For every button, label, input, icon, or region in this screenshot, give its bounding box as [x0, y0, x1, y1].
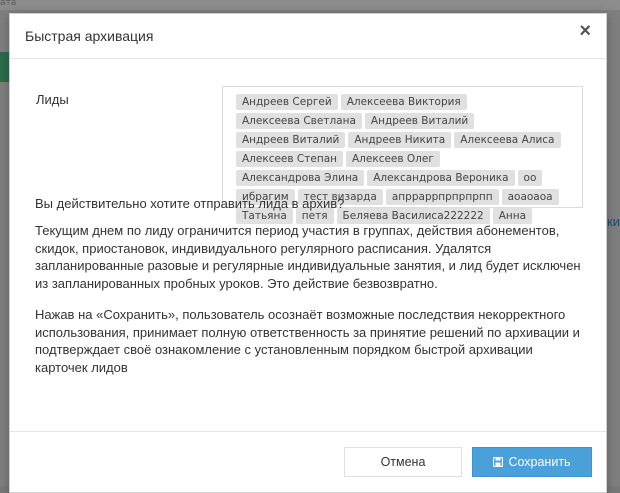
lead-tag: оо [517, 170, 543, 186]
lead-tag: Андреев Сергей [236, 94, 338, 110]
cancel-button[interactable]: Отмена [344, 447, 462, 477]
lead-tag: Александрова Элина [236, 170, 365, 186]
lead-tag: Алексеева Светлана [236, 113, 362, 129]
leads-label: Лиды [36, 92, 69, 107]
modal-body: Лиды Андреев Сергей Алексеева Виктория Але… [10, 59, 606, 224]
quick-archive-modal: Быстрая архивация × Лиды Андреев Сергей А… [9, 13, 607, 493]
background-topbar: ата [0, 0, 620, 10]
lead-tag: Андреев Виталий [236, 132, 346, 148]
lead-tag: Алексеев Степан [236, 151, 343, 167]
responsibility-text: Нажав на «Сохранить», пользователь осозн… [35, 307, 580, 375]
lead-tag: Александрова Вероника [367, 170, 515, 186]
consequences-text: Текущим днем по лиду ограничится период … [35, 223, 581, 291]
save-button[interactable]: Сохранить [472, 447, 592, 477]
background-topbar-text: ата [0, 0, 17, 8]
close-icon[interactable]: × [579, 21, 591, 41]
background-link-fragment: ки [607, 214, 620, 229]
confirm-question: Вы действительно хотите отправить лида в… [35, 196, 345, 211]
modal-header: Быстрая архивация × [10, 14, 606, 59]
leads-tag-list: Андреев Сергей Алексеева Виктория Алексеев… [222, 86, 583, 224]
lead-tag: апрраррпрпрпрпп [385, 189, 499, 205]
lead-tag: Андреев Никита [348, 132, 452, 148]
lead-tag: Алексеева Алиса [454, 132, 561, 148]
lead-tag: Алексеева Виктория [340, 94, 467, 110]
lead-tag: аоаоаоа [501, 189, 559, 205]
lead-tag: Андреев Виталий [364, 113, 475, 129]
lead-tag: Алексеев Олег [346, 151, 440, 167]
modal-title: Быстрая архивация [25, 28, 154, 44]
leads-row: Лиды Андреев Сергей Алексеева Виктория Але… [10, 59, 606, 224]
modal-footer: Отмена Сохранить [10, 431, 606, 493]
floppy-disk-icon [493, 457, 504, 467]
save-button-label: Сохранить [508, 455, 571, 469]
